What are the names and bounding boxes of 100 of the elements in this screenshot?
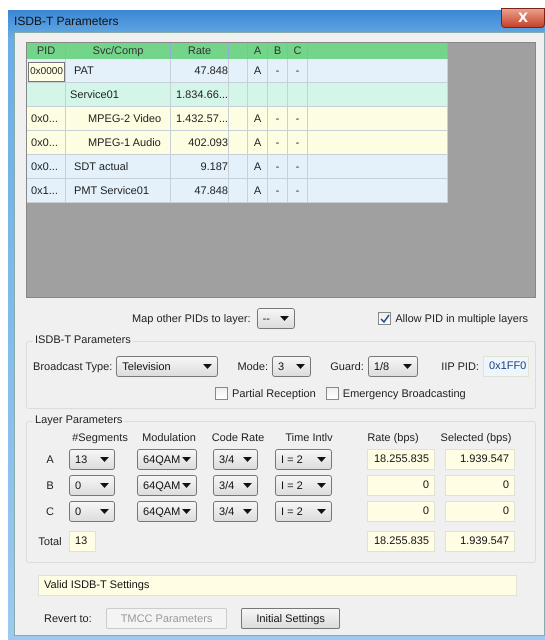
map-layer-label: Map other PIDs to layer:	[132, 312, 251, 324]
table-cell: 47.848	[171, 179, 229, 203]
checkbox-label: Allow PID in multiple layers	[395, 312, 528, 324]
table-cell: -	[288, 131, 308, 155]
table-cell	[229, 179, 248, 203]
table-cell	[229, 107, 248, 131]
revert-button[interactable]: Initial Settings	[241, 608, 340, 629]
row-label: C	[45, 506, 55, 518]
dropdown[interactable]: 3	[272, 356, 311, 377]
column-header[interactable]: B	[268, 43, 288, 59]
window-title: ISDB-T Parameters	[14, 14, 118, 28]
caret-icon	[317, 483, 326, 488]
column-header: Time Intlv	[284, 432, 334, 444]
dropdown[interactable]: 3/4	[213, 501, 258, 522]
row-label: B	[45, 480, 55, 492]
checkbox-label: Emergency Broadcasting	[342, 388, 466, 400]
table-cell: A	[248, 59, 268, 83]
table-cell	[229, 155, 248, 179]
table-cell: -	[288, 59, 308, 83]
checkbox[interactable]	[326, 387, 339, 400]
dropdown[interactable]: 64QAM	[137, 475, 197, 496]
table-cell: 9.187	[171, 155, 229, 179]
dropdown[interactable]: 13	[69, 449, 115, 470]
column-header: Modulation	[141, 432, 197, 444]
table-cell: PMT Service01	[66, 179, 171, 203]
table-cell: 0x0...	[27, 131, 66, 155]
dropdown[interactable]: 0	[69, 501, 115, 522]
dropdown[interactable]: 1/8	[368, 356, 418, 377]
table-cell: -	[268, 59, 288, 83]
table-cell: SDT actual	[66, 155, 171, 179]
column-header: #Segments	[71, 432, 129, 444]
checkbox-label: Partial Reception	[232, 388, 316, 400]
column-header[interactable]: PID	[27, 43, 66, 59]
status-field: Valid ISDB-T Settings	[38, 575, 517, 596]
dropdown[interactable]: 64QAM	[137, 449, 197, 470]
caret-icon	[182, 509, 191, 514]
column-header: Rate (bps)	[366, 432, 420, 444]
input-field[interactable]: 0x1FF0	[482, 356, 529, 377]
dropdown[interactable]: --	[256, 308, 295, 329]
rate-field: 1.939.547	[445, 531, 515, 552]
field-label: Broadcast Type:	[33, 360, 112, 372]
group-title: ISDB-T Parameters	[33, 334, 133, 346]
table-cell: A	[248, 131, 268, 155]
table-cell: 1.432.57...	[171, 107, 229, 131]
table-cell: 0x0...	[27, 155, 66, 179]
caret-icon	[317, 457, 326, 462]
table-cell	[27, 83, 66, 107]
table-cell: 1.834.66...	[171, 83, 229, 107]
checkbox[interactable]	[378, 312, 392, 325]
total-field: 13	[69, 531, 96, 552]
table-cell: -	[268, 179, 288, 203]
rate-field: 1.939.547	[445, 449, 515, 470]
dropdown[interactable]: 0	[69, 475, 115, 496]
dropdown[interactable]: 3/4	[213, 449, 258, 470]
dropdown[interactable]: I = 2	[275, 449, 332, 470]
column-header[interactable]: A	[248, 43, 268, 59]
dropdown[interactable]: 3/4	[213, 475, 258, 496]
caret-icon	[296, 364, 305, 369]
caret-icon	[243, 483, 252, 488]
table-cell	[268, 83, 288, 107]
caret-icon	[403, 364, 412, 369]
table-cell: A	[248, 155, 268, 179]
caret-icon	[182, 483, 191, 488]
column-header[interactable]: Rate	[171, 43, 229, 59]
dropdown[interactable]: 64QAM	[137, 501, 197, 522]
column-header: Code Rate	[210, 432, 266, 444]
checkbox[interactable]	[215, 387, 228, 400]
rate-field: 0	[445, 475, 515, 496]
caret-icon	[100, 457, 109, 462]
rate-field: 0	[367, 501, 435, 522]
table-cell: PAT	[66, 59, 171, 83]
rate-field: 0	[445, 501, 515, 522]
row-label: A	[45, 454, 55, 466]
field-label: Mode:	[237, 360, 268, 372]
column-header: Selected (bps)	[440, 432, 512, 444]
column-header[interactable]: Svc/Comp	[66, 43, 171, 59]
caret-icon	[100, 509, 109, 514]
dropdown[interactable]: Television	[116, 356, 218, 377]
table-cell	[248, 83, 268, 107]
table-cell	[229, 59, 248, 83]
field-label: Guard:	[330, 360, 364, 372]
table-cell	[288, 83, 308, 107]
revert-label: Revert to:	[44, 612, 92, 624]
table-cell: -	[268, 131, 288, 155]
caret-icon	[243, 509, 252, 514]
table-cell: -	[288, 155, 308, 179]
table-cell: -	[268, 155, 288, 179]
group-title: Layer Parameters	[33, 414, 124, 426]
table-cell: Service01	[66, 83, 171, 107]
column-header[interactable]: C	[288, 43, 308, 59]
dropdown[interactable]: I = 2	[275, 475, 332, 496]
dropdown[interactable]: I = 2	[275, 501, 332, 522]
table-cell: A	[248, 179, 268, 203]
caret-icon	[280, 316, 289, 321]
table-cell: -	[268, 107, 288, 131]
field-label: IIP PID:	[441, 360, 479, 372]
table-cell: -	[288, 179, 308, 203]
table-cell: 47.848	[171, 59, 229, 83]
rate-field: 18.255.835	[367, 449, 435, 470]
caret-icon	[317, 509, 326, 514]
